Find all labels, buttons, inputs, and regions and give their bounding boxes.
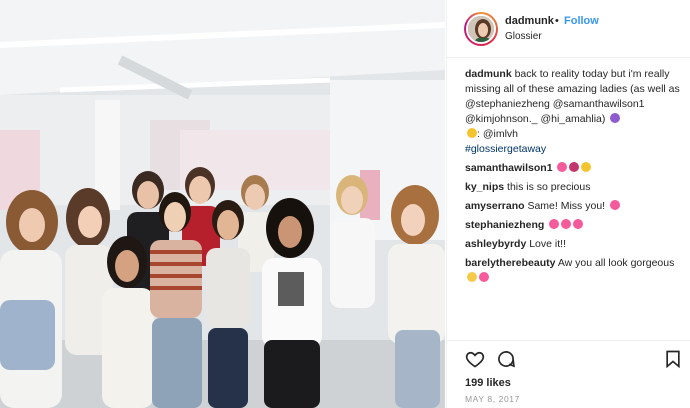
- heart-emoji-icon: [610, 200, 620, 210]
- comment-username[interactable]: samanthawilson1: [465, 162, 553, 174]
- heart-emoji-icon: [549, 219, 560, 229]
- separator-dot: •: [555, 15, 559, 27]
- comment-username[interactable]: ky_nips: [465, 181, 504, 193]
- comment-text: Same! Miss you!: [527, 200, 606, 212]
- post-photo[interactable]: [0, 0, 445, 408]
- avatar-image: [466, 14, 496, 44]
- comment-item: barelytherebeauty Aw you all look gorgeo…: [465, 256, 685, 286]
- post-location[interactable]: Glossier: [505, 31, 542, 42]
- comment-text: this is so precious: [507, 181, 591, 193]
- post-author-username[interactable]: dadmunk: [505, 15, 554, 27]
- comment-username[interactable]: barelytherebeauty: [465, 257, 555, 269]
- rose-emoji-icon: [569, 162, 580, 172]
- caption-username[interactable]: dadmunk: [465, 68, 512, 80]
- comment-item: stephaniezheng: [465, 218, 685, 233]
- comment-icon[interactable]: [496, 349, 516, 369]
- post-sidebar: dadmunk • Follow Glossier dadmunk back t…: [446, 0, 690, 408]
- post-photo-illustration: [0, 0, 445, 408]
- comments-list[interactable]: dadmunk back to reality today but i'm re…: [465, 67, 685, 335]
- post-caption: dadmunk back to reality today but i'm re…: [465, 67, 685, 157]
- heart-icon[interactable]: [465, 349, 485, 369]
- kiss-face-emoji-icon: [467, 272, 477, 282]
- heart-emoji-icon: [573, 219, 584, 229]
- comment-username[interactable]: amyserrano: [465, 200, 525, 212]
- follow-button[interactable]: Follow: [564, 15, 599, 27]
- comment-username[interactable]: stephaniezheng: [465, 219, 544, 231]
- comment-username[interactable]: ashleybyrdy: [465, 238, 526, 250]
- comment-text: Love it!!: [529, 238, 566, 250]
- comment-text: Aw you all look gorgeous: [557, 257, 675, 269]
- post-header: dadmunk • Follow Glossier: [447, 0, 690, 58]
- heart-emoji-icon: [479, 272, 489, 282]
- heart-emoji-icon: [557, 162, 568, 172]
- bookmark-icon[interactable]: [663, 349, 683, 369]
- sparkles-emoji-icon: [581, 162, 592, 172]
- likes-count[interactable]: 199 likes: [465, 377, 511, 389]
- comment-item: ashleybyrdy Love it!!: [465, 237, 685, 252]
- post-actions: 199 likes MAY 8, 2017: [447, 340, 690, 408]
- heart-emoji-icon: [561, 219, 572, 229]
- comment-item: amyserrano Same! Miss you!: [465, 199, 685, 214]
- purple-emoji-icon: [610, 113, 621, 123]
- caption-photo-credit: : @imlvh: [477, 128, 518, 140]
- avatar-portrait-icon: [468, 16, 494, 42]
- comment-item: ky_nips this is so precious: [465, 180, 685, 195]
- comment-item: samanthawilson1: [465, 161, 685, 176]
- caption-hashtag[interactable]: #glossiergetaway: [465, 143, 546, 155]
- post-date: MAY 8, 2017: [465, 394, 520, 404]
- profile-avatar[interactable]: [464, 12, 498, 46]
- camera-emoji-icon: [467, 128, 477, 138]
